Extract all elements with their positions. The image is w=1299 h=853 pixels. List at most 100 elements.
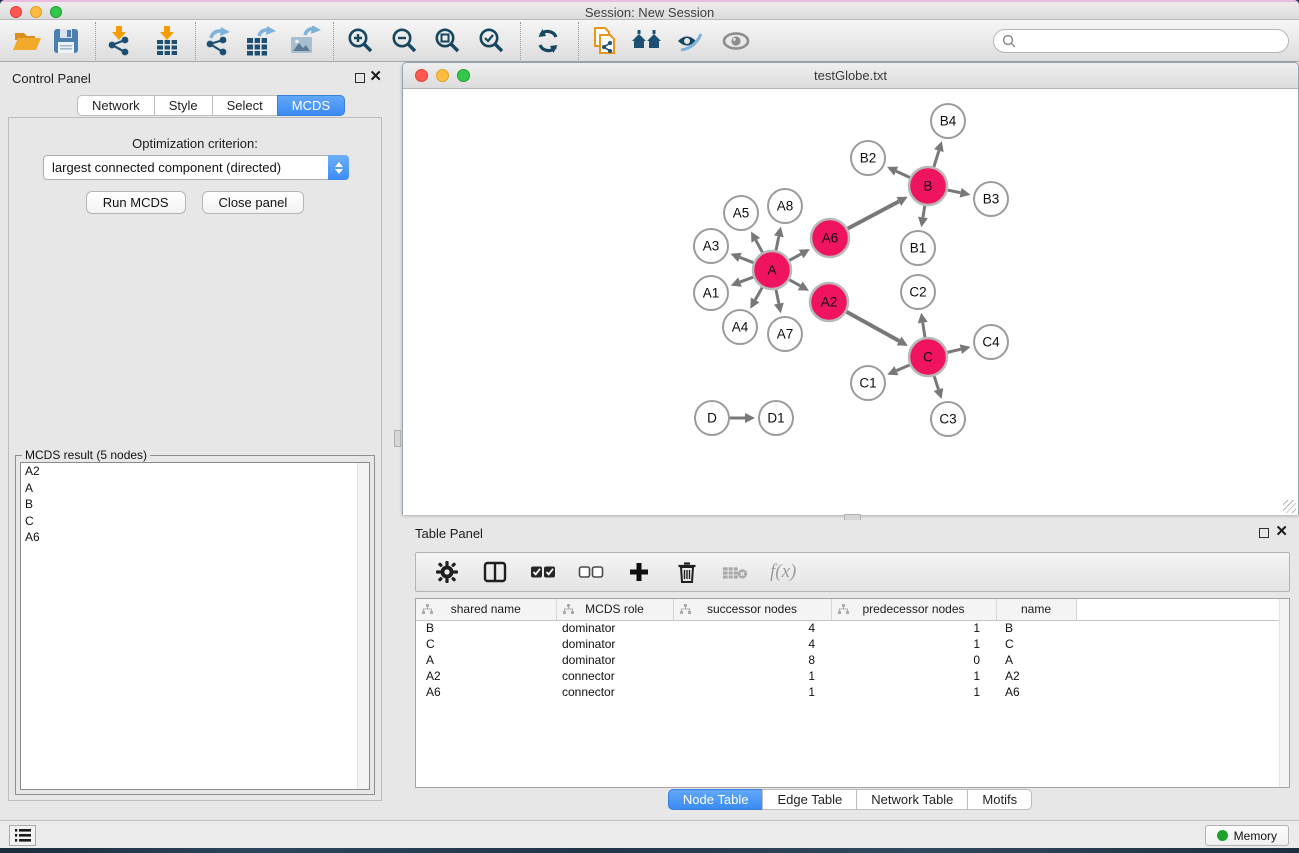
table-cell[interactable]: B (996, 620, 1076, 636)
table-cell[interactable]: A6 (416, 684, 556, 700)
table-cell[interactable]: 0 (831, 652, 996, 668)
show-task-history-button[interactable] (9, 825, 36, 846)
graph-edge-A6-B[interactable] (848, 201, 899, 228)
zoom-selected-button[interactable] (473, 23, 511, 59)
graph-edge-A-A6[interactable] (790, 254, 802, 260)
table-cell[interactable]: A2 (996, 668, 1076, 684)
scrollbar[interactable] (1279, 599, 1289, 787)
refresh-button[interactable] (529, 23, 567, 59)
close-panel-button[interactable]: Close panel (202, 191, 305, 214)
table-row[interactable]: Adominator80A (416, 652, 1289, 668)
close-panel-icon[interactable]: ✕ (369, 68, 382, 86)
table-row[interactable]: Bdominator41B (416, 620, 1289, 636)
create-column-button[interactable] (626, 559, 652, 585)
mcds-result-item[interactable]: C (21, 513, 369, 530)
tab-style[interactable]: Style (154, 95, 213, 116)
table-cell[interactable]: B (416, 620, 556, 636)
table-cell[interactable]: C (416, 636, 556, 652)
copy-network-view-button[interactable] (586, 23, 624, 59)
mcds-result-item[interactable]: A (21, 480, 369, 497)
close-table-panel-icon[interactable]: ✕ (1275, 523, 1288, 541)
reset-layout-button[interactable] (628, 23, 666, 59)
graph-edge-C-C4[interactable] (947, 349, 960, 352)
table-cell[interactable]: 1 (673, 684, 831, 700)
import-table-button[interactable] (148, 23, 186, 59)
column-header-predecessor-nodes[interactable]: predecessor nodes (831, 599, 996, 620)
save-session-button[interactable] (47, 23, 85, 59)
graph-edge-A-A3[interactable] (740, 257, 754, 262)
table-cell[interactable]: C (996, 636, 1076, 652)
graph-edge-A-A8[interactable] (776, 236, 779, 250)
divider-collapse-handle[interactable] (394, 430, 401, 447)
column-header-shared-name[interactable]: shared name (416, 599, 556, 620)
search-input[interactable] (1020, 31, 1288, 51)
graph-edge-A-A4[interactable] (755, 287, 762, 300)
zoom-fit-button[interactable] (429, 23, 467, 59)
table-cell[interactable]: connector (556, 668, 673, 684)
memory-button[interactable]: Memory (1205, 825, 1289, 846)
table-cell[interactable]: A (416, 652, 556, 668)
delete-table-button[interactable] (722, 559, 748, 585)
unselect-all-columns-button[interactable] (578, 559, 604, 585)
select-all-columns-button[interactable] (530, 559, 556, 585)
export-network-button[interactable] (199, 23, 237, 59)
network-graph[interactable]: B4B2BB3A5A8A6B1A3AC2A1A2A4A7C4CC1C3DD1 (403, 89, 1298, 515)
resize-grip[interactable] (1283, 500, 1296, 513)
tab-node-table[interactable]: Node Table (668, 789, 764, 810)
graph-edge-B-B2[interactable] (896, 171, 910, 177)
table-options-button[interactable] (434, 559, 460, 585)
graph-edge-A-A7[interactable] (776, 290, 779, 304)
table-row[interactable]: A2connector11A2 (416, 668, 1289, 684)
table-cell[interactable]: 4 (673, 620, 831, 636)
tab-mcds[interactable]: MCDS (277, 95, 345, 116)
tab-network-table[interactable]: Network Table (856, 789, 968, 810)
tab-network[interactable]: Network (77, 95, 155, 116)
table-cell[interactable]: 1 (673, 668, 831, 684)
open-file-button[interactable] (8, 23, 46, 59)
show-columns-button[interactable] (482, 559, 508, 585)
table-cell[interactable]: connector (556, 684, 673, 700)
table-cell[interactable]: 4 (673, 636, 831, 652)
mcds-result-item[interactable]: A6 (21, 529, 369, 546)
table-cell[interactable]: 8 (673, 652, 831, 668)
delete-columns-button[interactable] (674, 559, 700, 585)
column-header-name[interactable]: name (996, 599, 1076, 620)
table-cell[interactable]: A2 (416, 668, 556, 684)
table-row[interactable]: Cdominator41C (416, 636, 1289, 652)
graph-edge-A-A5[interactable] (756, 240, 763, 252)
column-header-mcds-role[interactable]: MCDS role (556, 599, 673, 620)
table-cell[interactable]: dominator (556, 636, 673, 652)
graph-edge-B-B1[interactable] (923, 206, 925, 218)
table-cell[interactable]: A (996, 652, 1076, 668)
show-graphics-details-button[interactable] (717, 23, 755, 59)
graph-edge-C-C1[interactable] (896, 365, 909, 371)
graph-edge-A-A2[interactable] (789, 280, 800, 286)
network-canvas[interactable]: B4B2BB3A5A8A6B1A3AC2A1A2A4A7C4CC1C3DD1 (403, 89, 1298, 515)
table-cell[interactable]: 1 (831, 668, 996, 684)
optimization-criterion-dropdown[interactable]: largest connected component (directed) (43, 155, 349, 180)
mcds-result-list[interactable]: A2ABCA6 (20, 462, 370, 790)
float-table-panel-icon[interactable] (1259, 528, 1269, 538)
table-cell[interactable]: 1 (831, 620, 996, 636)
zoom-in-button[interactable] (342, 23, 380, 59)
search-field[interactable] (993, 29, 1289, 53)
graph-edge-B-B3[interactable] (948, 190, 961, 193)
export-table-button[interactable] (242, 23, 280, 59)
mcds-result-item[interactable]: A2 (21, 463, 369, 480)
export-image-button[interactable] (286, 23, 324, 59)
table-cell[interactable]: 1 (831, 684, 996, 700)
zoom-out-button[interactable] (386, 23, 424, 59)
import-network-button[interactable] (101, 23, 139, 59)
function-builder-button[interactable]: f(x) (770, 561, 796, 583)
table-row[interactable]: A6connector11A6 (416, 684, 1289, 700)
table-cell[interactable]: dominator (556, 652, 673, 668)
graph-edge-A-A1[interactable] (740, 277, 753, 282)
graph-edge-A2-C[interactable] (846, 312, 899, 341)
graph-edge-B-B4[interactable] (934, 151, 939, 167)
mcds-result-item[interactable]: B (21, 496, 369, 513)
float-panel-icon[interactable] (355, 73, 365, 83)
run-mcds-button[interactable]: Run MCDS (86, 191, 186, 214)
hide-graphics-details-button[interactable] (671, 23, 709, 59)
tab-motifs[interactable]: Motifs (967, 789, 1032, 810)
column-header-successor-nodes[interactable]: successor nodes (673, 599, 831, 620)
